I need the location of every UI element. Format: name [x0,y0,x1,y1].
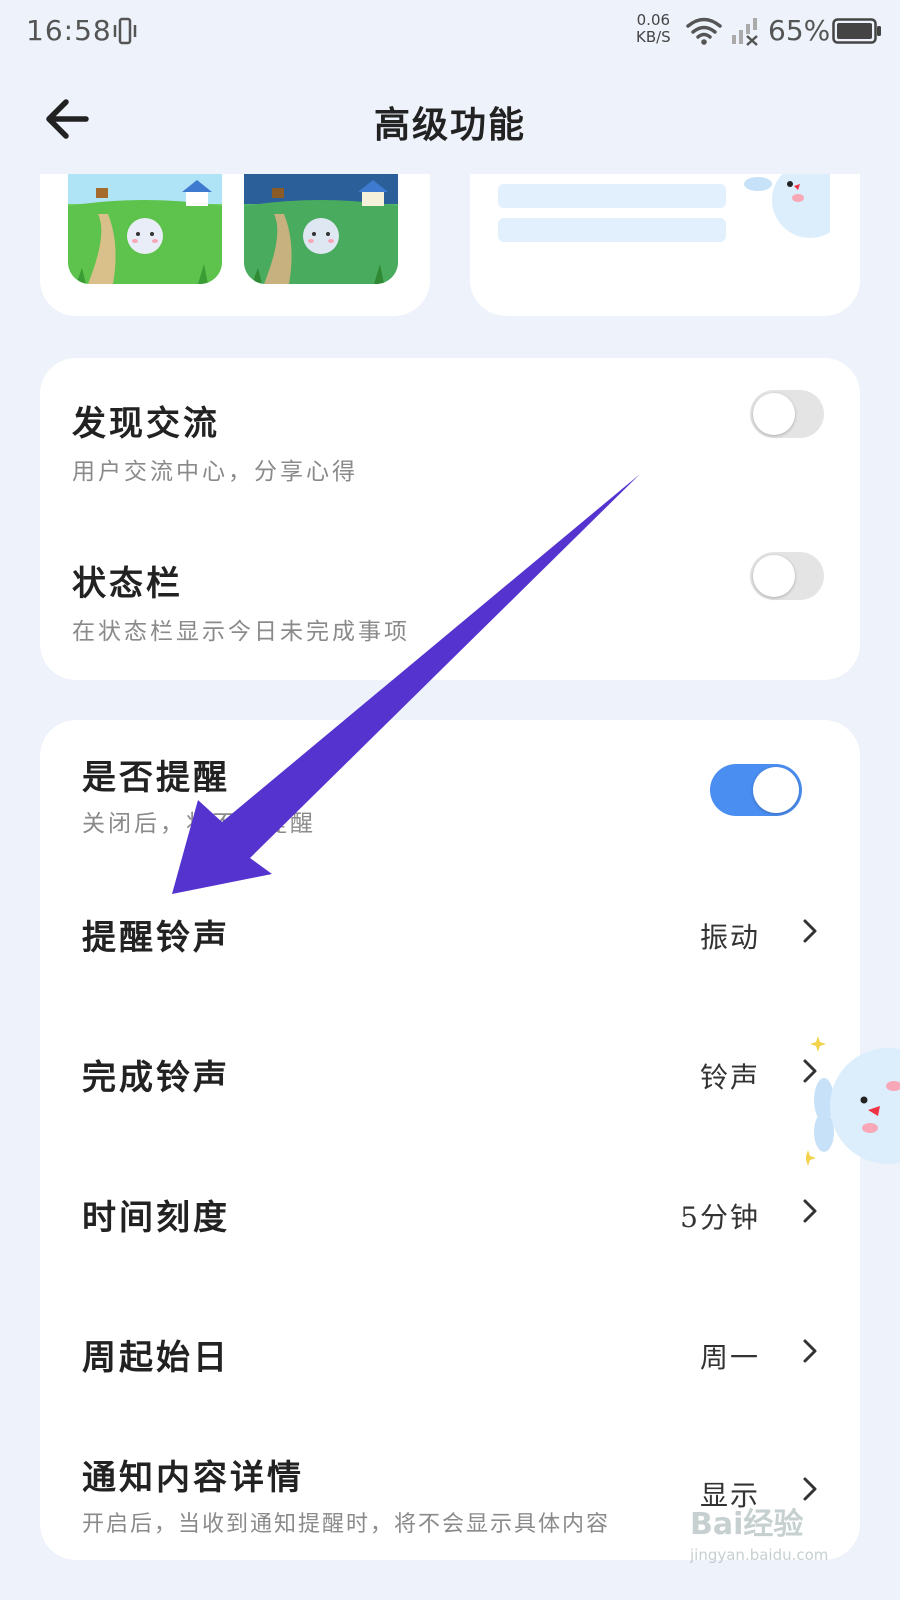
status-time: 16:58 [26,14,112,47]
time-scale-value: 5分钟 [680,1201,760,1234]
ringtone-title: 提醒铃声 [82,918,230,958]
week-start-value: 周一 [699,1341,760,1374]
chevron-right-icon [803,1339,817,1363]
baidu-watermark: Bai经验 jingyan.baidu.com [690,1507,828,1564]
ringtone-value: 振动 [699,921,760,954]
toggle-knob [753,767,799,813]
reminder-toggle[interactable] [710,764,802,816]
mascot-icon [744,170,830,238]
discover-subtitle: 用户交流中心，分享心得 [72,459,358,485]
time-scale-title: 时间刻度 [82,1198,230,1238]
reminder-title: 是否提醒 [82,758,230,798]
settings-card-general: 发现交流 用户交流中心，分享心得 状态栏 在状态栏显示今日未完成事项 [40,358,860,680]
watermark-brand: Bai经验 [690,1507,803,1542]
toggle-knob [753,393,795,435]
finish-ringtone-value: 铃声 [699,1061,760,1094]
statusbar-title: 状态栏 [72,564,183,604]
chevron-right-icon [803,1477,817,1501]
placeholder-bar [498,184,726,208]
notify-detail-subtitle: 开启后，当收到通知提醒时，将不会显示具体内容 [82,1512,611,1537]
mascot-icon[interactable] [806,1030,900,1170]
discover-toggle[interactable] [750,390,824,438]
net-speed: 0.06 KB/S [636,12,671,46]
statusbar-toggle[interactable] [750,552,824,600]
finish-ringtone-title: 完成铃声 [82,1058,230,1098]
landscape-thumbnail-image [244,174,398,284]
week-start-title: 周起始日 [82,1338,230,1378]
net-speed-value: 0.06 [636,11,671,29]
chevron-right-icon [803,1199,817,1223]
battery-percent: 65% [768,14,831,47]
toggle-knob [753,555,795,597]
notify-detail-title: 通知内容详情 [82,1458,304,1498]
settings-card-reminder: 是否提醒 关闭后，将不再提醒 提醒铃声 振动 完成铃声 铃声 时间刻度 5分钟 … [40,720,860,1560]
status-bar: 16:58 0.06 KB/S 65% [0,0,900,64]
page-title: 高级功能 [373,104,526,146]
battery-icon [832,18,881,44]
header: 高级功能 [0,64,900,174]
vibrate-icon [113,17,137,45]
discover-title: 发现交流 [72,404,220,444]
statusbar-subtitle: 在状态栏显示今日未完成事项 [72,619,410,645]
chevron-right-icon [803,919,817,943]
watermark-url: jingyan.baidu.com [690,1546,828,1564]
reminder-subtitle: 关闭后，将不再提醒 [82,811,316,837]
landscape-thumbnail-image [68,174,222,284]
theme-thumbnail-1[interactable] [68,174,222,284]
wifi-icon [686,17,722,45]
signal-icon [732,18,758,46]
net-speed-unit: KB/S [636,28,671,46]
theme-thumbnail-2[interactable] [244,174,398,284]
placeholder-bar [498,218,726,242]
